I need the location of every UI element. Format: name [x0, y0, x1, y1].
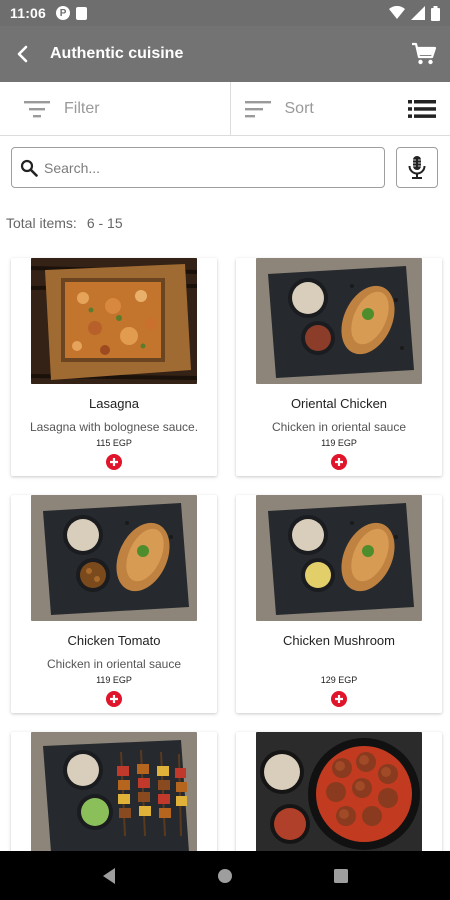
product-card[interactable]: Oriental Chicken Chicken in oriental sau…: [236, 258, 442, 476]
product-image: [31, 258, 197, 384]
product-price: 115 EGP: [96, 438, 132, 448]
product-card[interactable]: Chicken Tomato Chicken in oriental sauce…: [11, 495, 217, 713]
add-icon: [110, 458, 118, 466]
search-input[interactable]: [44, 159, 364, 176]
view-toggle-button[interactable]: [408, 99, 436, 119]
battery-icon: [431, 5, 440, 21]
cart-button[interactable]: [398, 26, 450, 82]
total-items-value: 6 - 15: [86, 215, 123, 231]
filter-label: Filter: [64, 99, 100, 117]
product-price: 129 EGP: [320, 675, 358, 685]
list-view-icon: [408, 99, 436, 118]
product-card[interactable]: [11, 732, 217, 862]
wifi-icon: [389, 6, 405, 19]
filter-sort-bar: Filter Sort: [0, 82, 450, 136]
product-name: Oriental Chicken: [290, 396, 388, 411]
add-icon: [335, 695, 343, 703]
sd-card-icon: [76, 6, 88, 20]
add-icon: [335, 458, 343, 466]
product-price: 119 EGP: [96, 675, 132, 685]
page-title: Authentic cuisine: [50, 45, 184, 62]
sort-button[interactable]: Sort: [231, 82, 450, 135]
product-card[interactable]: [236, 732, 442, 862]
app-bar: Authentic cuisine: [0, 26, 450, 82]
add-icon: [110, 695, 118, 703]
voice-search-button[interactable]: [396, 147, 438, 188]
product-image: [256, 732, 422, 852]
total-items-label: Total items:: [6, 215, 77, 231]
product-description: Chicken in oriental sauce: [271, 420, 407, 434]
cart-icon: [412, 42, 437, 65]
filter-icon: [24, 100, 50, 117]
recents-nav-icon[interactable]: [333, 868, 349, 884]
product-description: Chicken in oriental sauce: [46, 657, 182, 671]
status-time: 11:06: [10, 5, 47, 21]
search-icon: [20, 159, 38, 177]
filter-button[interactable]: Filter: [0, 82, 231, 135]
sort-label: Sort: [284, 99, 314, 117]
product-description: Lasagna with bolognese sauce.: [29, 420, 199, 434]
product-image: [31, 732, 197, 852]
add-to-cart-button[interactable]: [106, 691, 122, 707]
product-image: [31, 495, 197, 621]
product-card[interactable]: Chicken Mushroom 129 EGP: [236, 495, 442, 713]
product-name: Chicken Tomato: [67, 633, 161, 648]
back-nav-icon[interactable]: [101, 867, 117, 885]
notification-icon: P: [56, 6, 71, 20]
product-name: Chicken Mushroom: [283, 633, 395, 648]
search-box: [11, 147, 385, 188]
back-button[interactable]: [0, 26, 46, 82]
product-price: 119 EGP: [321, 438, 357, 448]
product-image: [256, 258, 422, 384]
product-card[interactable]: Lasagna Lasagna with bolognese sauce. 11…: [11, 258, 217, 476]
total-items: Total items: 6 - 15: [6, 215, 123, 231]
add-to-cart-button[interactable]: [106, 454, 122, 470]
product-image: [256, 495, 422, 621]
system-nav-bar: [0, 851, 450, 900]
signal-icon: [411, 6, 425, 20]
sort-icon: [244, 100, 271, 117]
status-bar: 11:06 P: [0, 0, 450, 26]
product-name: Lasagna: [89, 396, 139, 411]
arrow-back-icon: [17, 45, 28, 63]
mic-icon: [408, 155, 426, 179]
add-to-cart-button[interactable]: [331, 454, 347, 470]
home-nav-icon[interactable]: [217, 868, 233, 884]
add-to-cart-button[interactable]: [331, 691, 347, 707]
